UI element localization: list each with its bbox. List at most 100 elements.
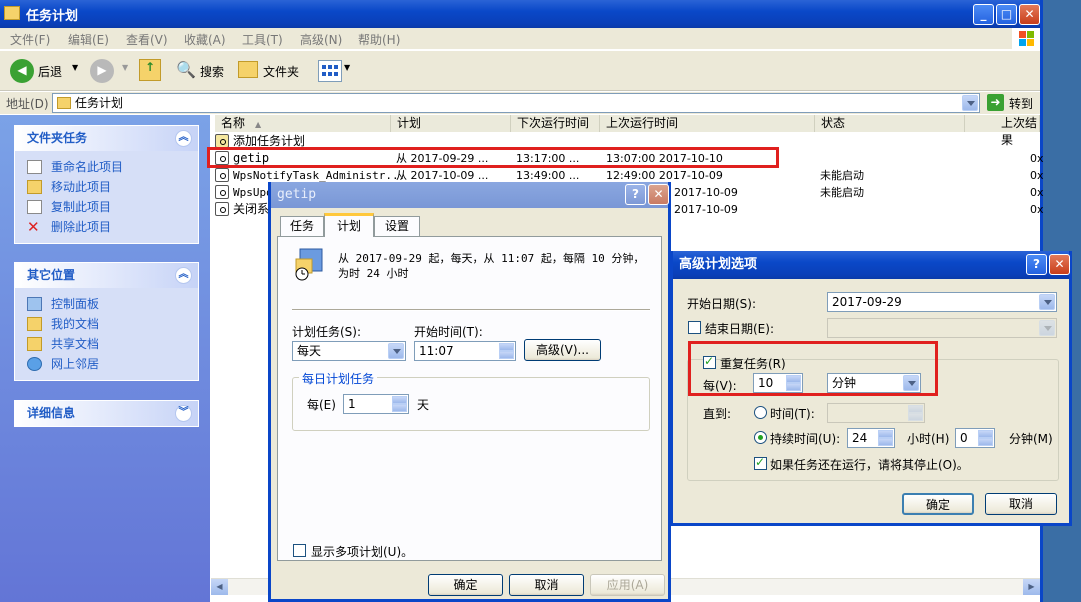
views-dropdown-icon[interactable]: ▼ <box>344 63 350 72</box>
forward-icon[interactable]: ▶ <box>90 59 114 83</box>
forward-dropdown-icon[interactable]: ▼ <box>122 63 128 72</box>
spinner-icon[interactable] <box>392 396 407 412</box>
go-arrow-icon[interactable]: ➜ <box>987 94 1004 111</box>
back-dropdown-icon[interactable]: ▼ <box>72 63 78 72</box>
network-places-item[interactable]: 网上邻居 <box>15 354 198 374</box>
tab-task-label: 任务 <box>289 219 314 233</box>
back-icon[interactable]: ◀ <box>10 59 34 83</box>
delete-item[interactable]: ✕ 删除此项目 <box>15 217 198 237</box>
move-item[interactable]: 移动此项目 <box>15 177 198 197</box>
until-time-radio[interactable] <box>754 406 767 419</box>
folder-tasks-header[interactable]: 文件夹任务 ︽ <box>15 126 198 151</box>
show-multiple-checkbox[interactable] <box>293 544 306 557</box>
dialog-title-bar[interactable]: getip ? ✕ <box>271 182 669 208</box>
collapse-icon[interactable]: ︽ <box>175 267 192 284</box>
back-button[interactable]: 后退 <box>38 63 62 80</box>
schedule-icon <box>292 247 324 281</box>
col-schedule[interactable]: 计划 <box>391 115 511 132</box>
menu-favorites[interactable]: 收藏(A) <box>184 31 226 48</box>
tab-schedule[interactable]: 计划 <box>324 213 374 237</box>
every-days-input[interactable]: 1 <box>343 394 409 414</box>
close-button[interactable]: ✕ <box>1049 254 1070 275</box>
search-icon[interactable]: 🔍 <box>176 60 196 80</box>
end-date-checkbox[interactable] <box>688 321 701 334</box>
spinner-icon[interactable] <box>878 430 893 446</box>
add-task-icon <box>215 134 229 148</box>
ok-button[interactable]: 确定 <box>902 493 974 515</box>
menu-help[interactable]: 帮助(H) <box>358 31 400 48</box>
duration-hours-input[interactable]: 24 <box>847 428 895 448</box>
spinner-icon[interactable] <box>499 343 514 359</box>
menu-tools[interactable]: 工具(T) <box>242 31 283 48</box>
every-label: 每(E) <box>307 398 336 412</box>
col-next-run[interactable]: 下次运行时间 <box>511 115 600 132</box>
duration-minutes-input[interactable]: 0 <box>955 428 995 448</box>
scroll-left-icon[interactable]: ◀ <box>211 579 228 595</box>
until-time-label: 时间(T): <box>770 407 815 421</box>
col-name[interactable]: 名称 ▲ <box>215 115 391 132</box>
col-last-result[interactable]: 上次结果 <box>965 115 1040 147</box>
other-places-header[interactable]: 其它位置 ︽ <box>15 263 198 288</box>
dialog-title-bar[interactable]: 高级计划选项 ? ✕ <box>673 251 1070 279</box>
start-time-input[interactable]: 11:07 <box>414 341 516 361</box>
maximize-button[interactable]: □ <box>996 4 1017 25</box>
dialog-title: 高级计划选项 <box>679 257 758 272</box>
menu-file[interactable]: 文件(F) <box>10 31 50 48</box>
advanced-button[interactable]: 高级(V)... <box>524 339 601 361</box>
network-places-label: 网上邻居 <box>51 357 100 371</box>
rename-item[interactable]: 重命名此项目 <box>15 157 198 177</box>
folders-icon[interactable] <box>238 61 258 78</box>
ok-button[interactable]: 确定 <box>428 574 503 596</box>
collapse-icon[interactable]: ︽ <box>175 130 192 147</box>
stop-if-running-checkbox[interactable] <box>754 455 767 470</box>
details-header[interactable]: 详细信息 ︾ <box>15 401 198 426</box>
spinner-icon[interactable] <box>978 430 993 446</box>
go-button[interactable]: 转到 <box>1009 95 1033 112</box>
expand-icon[interactable]: ︾ <box>175 405 192 422</box>
menu-edit[interactable]: 编辑(E) <box>68 31 109 48</box>
tab-settings[interactable]: 设置 <box>374 216 420 236</box>
cancel-button[interactable]: 取消 <box>509 574 584 596</box>
every-unit: 天 <box>417 398 430 412</box>
schedule-type-select[interactable]: 每天 <box>292 341 406 361</box>
tab-task[interactable]: 任务 <box>280 216 324 236</box>
col-last-run[interactable]: 上次运行时间 <box>600 115 815 132</box>
minimize-button[interactable]: _ <box>973 4 994 25</box>
menu-view[interactable]: 查看(V) <box>126 31 168 48</box>
copy-item[interactable]: 复制此项目 <box>15 197 198 217</box>
my-documents-item[interactable]: 我的文档 <box>15 314 198 334</box>
start-date-picker[interactable]: 2017-09-29 <box>827 292 1057 312</box>
close-button[interactable]: ✕ <box>648 184 669 205</box>
scroll-right-icon[interactable]: ▶ <box>1023 579 1040 595</box>
address-input[interactable]: 任务计划 <box>52 93 980 113</box>
cancel-button[interactable]: 取消 <box>985 493 1057 515</box>
folders-button[interactable]: 文件夹 <box>263 63 299 80</box>
spinner-icon[interactable] <box>908 405 923 421</box>
help-button[interactable]: ? <box>1026 254 1047 275</box>
search-button[interactable]: 搜索 <box>200 63 224 80</box>
apply-button[interactable]: 应用(A) <box>590 574 665 596</box>
chevron-down-icon[interactable] <box>1039 294 1055 310</box>
help-button[interactable]: ? <box>625 184 646 205</box>
views-icon[interactable] <box>318 60 342 82</box>
duration-hours-value: 24 <box>852 431 868 445</box>
chevron-down-icon[interactable] <box>388 343 404 359</box>
until-time-input[interactable] <box>827 403 925 423</box>
end-date-picker[interactable] <box>827 318 1057 338</box>
hours-label: 小时(H) <box>907 432 950 446</box>
schedule-type-value: 每天 <box>297 344 322 358</box>
up-folder-icon[interactable]: ↑ <box>139 59 161 81</box>
col-name-label: 名称 <box>221 116 246 130</box>
col-status[interactable]: 状态 <box>815 115 965 132</box>
title-bar[interactable]: 任务计划 _ □ ✕ <box>0 0 1040 28</box>
close-button[interactable]: ✕ <box>1019 4 1040 25</box>
menu-advanced[interactable]: 高级(N) <box>300 31 342 48</box>
until-label: 直到: <box>703 407 732 421</box>
shared-documents-item[interactable]: 共享文档 <box>15 334 198 354</box>
address-dropdown-icon[interactable] <box>962 95 978 111</box>
control-panel-item[interactable]: 控制面板 <box>15 294 198 314</box>
other-places-panel: 其它位置 ︽ 控制面板 我的文档 共享文档 网上邻居 <box>14 262 199 381</box>
row-name: 关闭系 <box>233 202 270 216</box>
duration-radio[interactable] <box>754 431 767 444</box>
chevron-down-icon[interactable] <box>1039 320 1055 336</box>
